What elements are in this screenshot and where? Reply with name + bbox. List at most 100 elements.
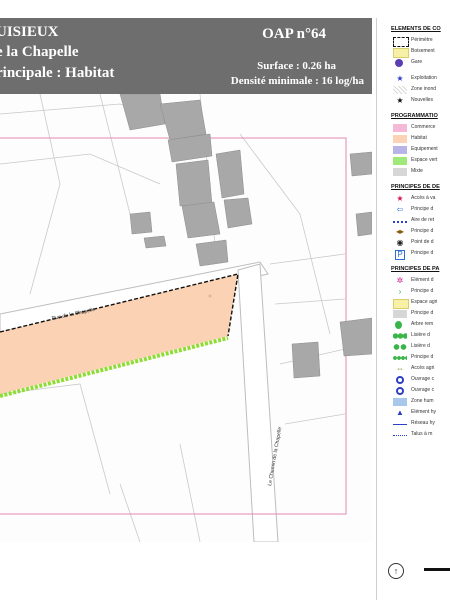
legend-label: Exploitation (411, 75, 437, 81)
orange-box-icon (393, 135, 407, 143)
legend-label: Lisière d (411, 332, 430, 338)
lot-marker (208, 294, 212, 298)
legend-label: Mixte (411, 168, 423, 174)
north-arrow-icon: ↑ (388, 563, 404, 579)
dashed-box-icon (393, 37, 409, 47)
legend-section-title: ELEMENTS DE CO (391, 26, 441, 32)
legend-section-title: PRINCIPES DE DE (391, 184, 440, 190)
legend-item: Commerce (391, 123, 450, 133)
magenta-burst-icon: ✲ (396, 276, 404, 285)
legend-label: Gare (411, 59, 423, 65)
green-box-icon (393, 157, 407, 165)
legend-label: Principe d (411, 288, 434, 294)
yellow-box-icon (393, 48, 409, 58)
legend-label: Périmètre (411, 37, 433, 43)
legend-label: Lisière d (411, 343, 430, 349)
grey-box-icon (393, 168, 407, 176)
hedge-icon (393, 332, 407, 340)
purple-circle-icon (395, 59, 403, 67)
pink-box-icon (393, 124, 407, 132)
legend-label: Ouvrage c (411, 387, 435, 393)
blue-triangle-icon: ▲ (396, 408, 404, 417)
legend-item: Aire de ret (391, 216, 450, 226)
map-legend: ELEMENTS DE CO Périmètre Boisement Gare ★ Exp… (376, 18, 450, 600)
blue-arrow-icon: ⇦ (396, 205, 404, 214)
legend-label: Réseau hy (411, 420, 435, 426)
dotted-blue-icon (393, 435, 407, 436)
legend-section-title: PROGRAMMATIO (391, 113, 438, 119)
legend-label: Equipement (411, 146, 438, 152)
legend-item: ★ Accès à va (391, 194, 450, 204)
legend-label: Elément d (411, 277, 434, 283)
scale-bar (424, 568, 450, 571)
legend-item: ★ Nouvelles (391, 96, 450, 106)
legend-item: Arbre rem (391, 320, 450, 330)
small-dots-icon (393, 354, 407, 362)
legend-label: Ouvrage c (411, 376, 435, 382)
surface-text: Surface : 0.26 ha (257, 60, 336, 72)
bi-arrow-icon: ⇔ (396, 364, 404, 373)
hatch-icon (393, 86, 407, 94)
black-star-icon: ★ (396, 96, 404, 105)
legend-label: Principe d (411, 250, 434, 256)
density-text: Densité minimale : 16 log/ha (230, 75, 364, 87)
legend-label: Talus à m (411, 431, 433, 437)
legend-item: ★ Exploitation (391, 74, 450, 84)
blue-band-icon (393, 398, 407, 406)
double-arrow-icon: ◂▸ (395, 227, 405, 236)
legend-label: Espace vert (411, 157, 438, 163)
legend-item: Zone hum (391, 397, 450, 407)
legend-label: Arbre rem (411, 321, 434, 327)
green-chevron-icon: › (398, 287, 402, 296)
legend-item: Ouvrage c (391, 386, 450, 396)
legend-label: Nouvelles (411, 97, 433, 103)
legend-label: Principe d (411, 354, 434, 360)
legend-section-title: PRINCIPES DE PA (391, 266, 440, 272)
legend-item: ⇔ Accès agri (391, 364, 450, 374)
legend-item: Habitat (391, 134, 450, 144)
legend-item: ◂▸ Principe d (391, 227, 450, 237)
title-banner: UISIEUX e la Chapelle rincipale : Habita… (0, 18, 372, 94)
legend-item: ▲ Elément hy (391, 408, 450, 418)
blue-line-icon (393, 424, 407, 425)
legend-item: Réseau hy (391, 419, 450, 429)
vocation-title: rincipale : Habitat (0, 65, 115, 81)
legend-item: Ouvrage c (391, 375, 450, 385)
lilac-box-icon (393, 146, 407, 154)
legend-label: Elément hy (411, 409, 437, 415)
yellow-box-icon (393, 299, 409, 309)
legend-item: ✲ Elément d (391, 276, 450, 286)
legend-label: Zone hum (411, 398, 434, 404)
legend-item: Principe d (391, 353, 450, 363)
legend-item: Lisière d (391, 331, 450, 341)
legend-item: › Principe d (391, 287, 450, 297)
big-dots-icon (393, 343, 407, 351)
legend-label: Aire de ret (411, 217, 435, 223)
legend-item: Espace agri (391, 298, 450, 309)
legend-label: Accès agri (411, 365, 435, 371)
site-title: e la Chapelle (0, 44, 79, 60)
commune-title: UISIEUX (0, 24, 59, 40)
legend-label: Commerce (411, 124, 436, 130)
point-icon: ◉ (396, 238, 404, 247)
legend-label: Principe d (411, 310, 434, 316)
oap-number: OAP n°64 (262, 26, 326, 42)
legend-label: Accès à va (411, 195, 436, 201)
blue-ring-icon (396, 376, 404, 384)
legend-item: Lisière d (391, 342, 450, 352)
legend-item: Talus à m (391, 430, 450, 440)
legend-label: Principe d (411, 206, 434, 212)
pink-star-icon: ★ (396, 194, 404, 203)
legend-item: ◉ Point de d (391, 238, 450, 248)
grey-box-icon (393, 310, 407, 318)
legend-item: ⇦ Principe d (391, 205, 450, 215)
legend-item: Principe d (391, 309, 450, 319)
dotted-line-icon (393, 221, 407, 223)
blue-ring-icon (396, 387, 404, 395)
site-map[interactable]: Rue de la Chapelle Le Chemin de la Chape… (0, 94, 372, 542)
legend-item: Gare (391, 58, 450, 68)
legend-item: P Principe d (391, 249, 450, 260)
legend-item: Boisement (391, 47, 450, 58)
legend-item: Périmètre (391, 36, 450, 47)
tree-icon (395, 321, 402, 329)
